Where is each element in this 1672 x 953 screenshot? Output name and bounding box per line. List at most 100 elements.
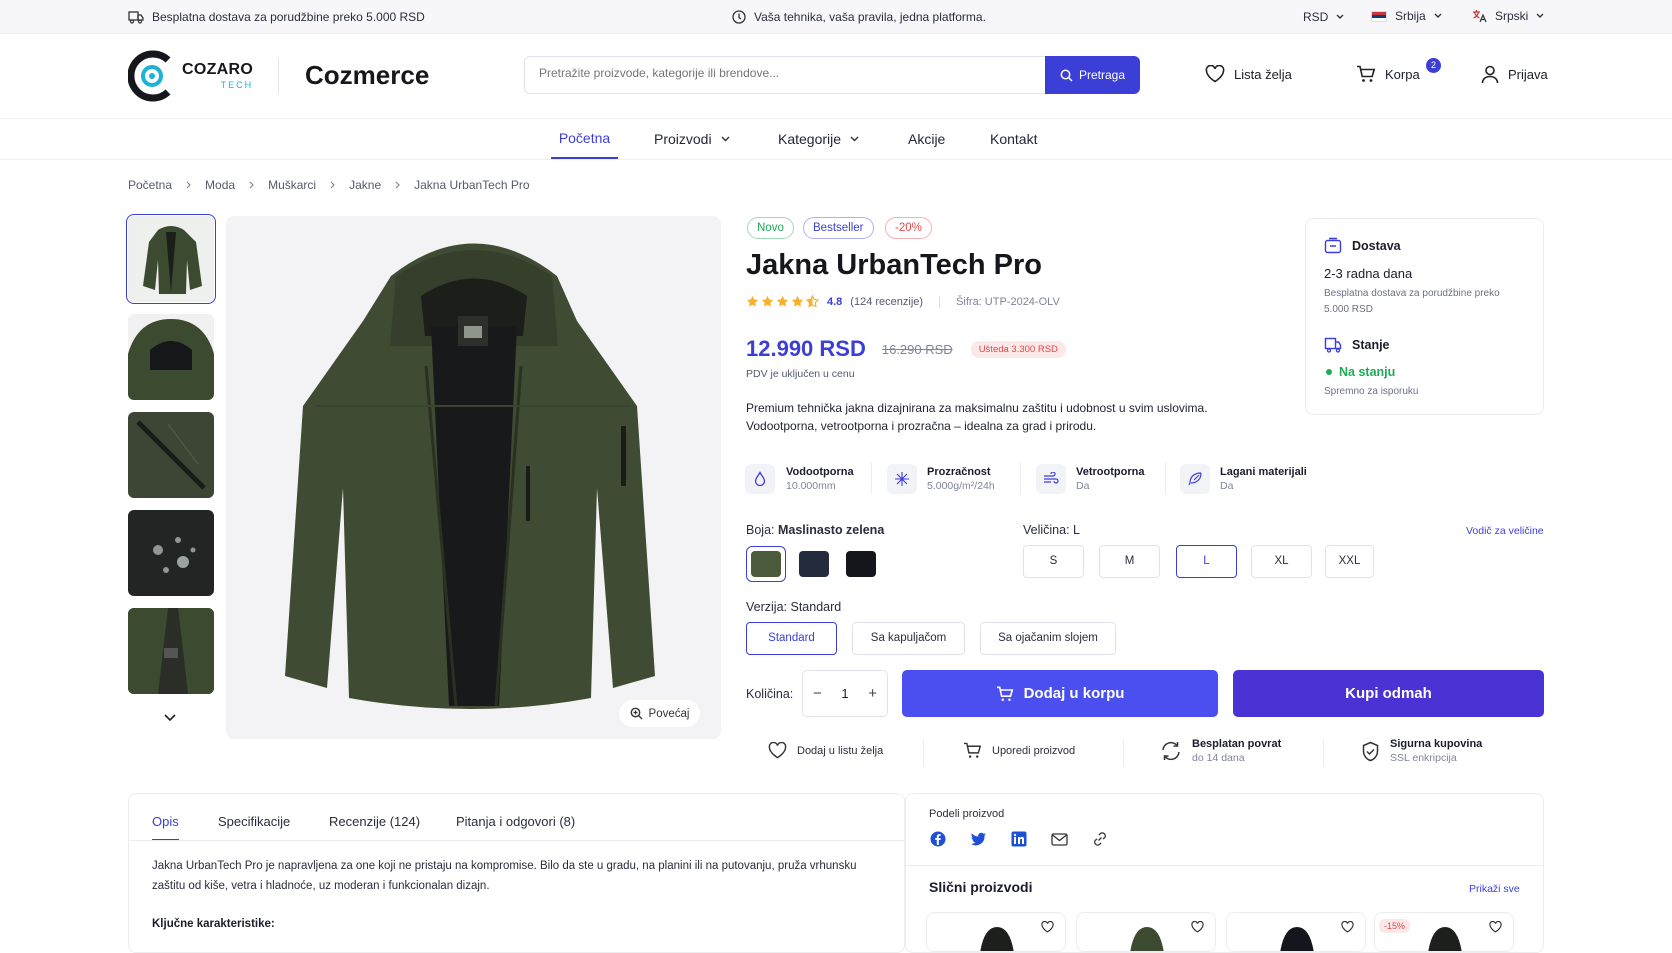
heart-icon[interactable] (1191, 921, 1204, 933)
wishlist-link[interactable]: Lista želja (1205, 65, 1292, 83)
add-to-wishlist-label: Dodaj u listu želja (797, 744, 884, 757)
refresh-icon (1162, 741, 1180, 761)
color-swatch-black[interactable] (841, 546, 881, 582)
vat-note: PDV je uključen u cenu (746, 368, 855, 380)
quantity-value[interactable]: 1 (841, 686, 848, 701)
size-option-xl[interactable]: XL (1251, 545, 1312, 578)
tab-description[interactable]: Opis (152, 814, 179, 841)
search-input[interactable] (539, 66, 1039, 80)
delivery-time: 2-3 radna dana (1324, 266, 1413, 281)
size-value: L (1073, 523, 1080, 537)
tab-reviews[interactable]: Recenzije (124) (329, 814, 420, 829)
language-label: Srpski (1495, 9, 1529, 23)
nav-products[interactable]: Proizvodi (654, 131, 730, 147)
show-all-link[interactable]: Prikaži sve (1469, 883, 1520, 895)
link-icon[interactable] (1092, 831, 1108, 847)
add-to-cart-button[interactable]: Dodaj u korpu (902, 670, 1218, 717)
tab-specifications[interactable]: Specifikacije (218, 814, 290, 829)
main-nav: Početna Proizvodi Kategorije Akcije Kont… (0, 119, 1672, 160)
gallery-thumbnail[interactable] (126, 214, 216, 304)
gallery-thumbnail[interactable] (128, 412, 214, 498)
similar-product-card[interactable]: -15% (1374, 912, 1514, 952)
feature-icon-box (745, 464, 775, 494)
nav-home[interactable]: Početna (551, 119, 618, 159)
search-bar: Pretraga (524, 56, 1140, 94)
divider (939, 295, 941, 308)
heart-icon[interactable] (1341, 921, 1354, 933)
free-returns-info: Besplatan povrat do 14 dana (1160, 738, 1281, 764)
similar-product-card[interactable] (1226, 912, 1366, 952)
delivery-header: Dostava (1324, 237, 1401, 254)
tab-questions[interactable]: Pitanja i odgovori (8) (456, 814, 575, 829)
cart-count-badge: 2 (1426, 58, 1441, 73)
heart-icon[interactable] (1489, 921, 1502, 933)
add-to-wishlist-action[interactable]: Dodaj u listu želja (768, 742, 883, 759)
zoom-button[interactable]: Povećaj (619, 700, 700, 727)
similar-product-card[interactable] (926, 912, 1066, 952)
breadcrumb-item-fashion[interactable]: Moda (205, 178, 235, 192)
nav-categories[interactable]: Kategorije (778, 131, 859, 147)
divider (1123, 740, 1124, 766)
size-label-row: Veličina: L (1023, 523, 1080, 537)
zoom-icon (630, 707, 642, 720)
size-option-xxl[interactable]: XXL (1325, 545, 1374, 578)
linkedin-icon[interactable] (1011, 831, 1027, 847)
chevron-right-icon (249, 181, 254, 189)
breadcrumb-item-men[interactable]: Muškarci (268, 178, 316, 192)
stock-title: Stanje (1352, 338, 1390, 352)
review-count[interactable]: (124 recenzije) (850, 296, 923, 308)
nav-contact[interactable]: Kontakt (990, 131, 1037, 147)
search-button[interactable]: Pretraga (1045, 56, 1140, 94)
feature-title: Prozračnost (927, 466, 991, 478)
version-option-hood[interactable]: Sa kapuljačom (852, 622, 965, 655)
version-option-standard[interactable]: Standard (746, 622, 837, 655)
divider (1020, 462, 1021, 494)
quantity-decrease-button[interactable]: − (813, 685, 822, 702)
gallery-thumbnail[interactable] (128, 608, 214, 694)
language-selector[interactable]: Srpski (1472, 9, 1544, 23)
color-swatch-olive[interactable] (746, 546, 786, 582)
facebook-icon[interactable] (930, 831, 946, 847)
airflow-icon (895, 472, 909, 486)
chevron-right-icon (395, 181, 400, 189)
version-option-reinforced[interactable]: Sa ojačanim slojem (980, 622, 1116, 655)
color-label: Boja: (746, 523, 775, 537)
in-stock-dot (1326, 369, 1332, 375)
size-option-s[interactable]: S (1023, 545, 1084, 578)
main-product-image[interactable]: Povećaj (226, 216, 721, 739)
size-option-m[interactable]: M (1099, 545, 1160, 578)
heart-icon[interactable] (1041, 921, 1054, 933)
tab-description-text-1: Jakna UrbanTech Pro je napravljena za on… (152, 860, 857, 872)
thumbnails-scroll-down[interactable] (164, 714, 176, 722)
country-selector[interactable]: Srbija (1371, 9, 1442, 23)
gallery-thumbnail[interactable] (128, 510, 214, 596)
twitter-icon[interactable] (970, 832, 987, 846)
free-shipping-notice: Besplatna dostava za porudžbine preko 5.… (128, 10, 425, 24)
logo[interactable]: COZARO TECH (128, 48, 253, 104)
secure-purchase-info: Sigurna kupovina SSL enkripcija (1361, 738, 1482, 764)
size-label: Veličina: (1023, 523, 1070, 537)
chevron-right-icon (330, 181, 335, 189)
chevron-down-icon (1336, 14, 1344, 19)
mail-icon[interactable] (1051, 832, 1068, 846)
buy-now-button[interactable]: Kupi odmah (1233, 670, 1544, 717)
color-swatch-navy[interactable] (794, 546, 834, 582)
compare-action[interactable]: Uporedi proizvod (963, 742, 1075, 759)
search-icon (1060, 69, 1073, 82)
size-guide-link[interactable]: Vodič za veličine (1466, 525, 1544, 537)
currency-selector[interactable]: RSD (1303, 10, 1344, 24)
brand-name[interactable]: Cozmerce (305, 60, 429, 91)
nav-sales[interactable]: Akcije (908, 131, 945, 147)
delivery-note: Besplatna dostava za porudžbine preko 5.… (1324, 288, 1500, 315)
similar-product-card[interactable] (1076, 912, 1216, 952)
login-link[interactable]: Prijava (1481, 65, 1548, 84)
color-label-row: Boja: Maslinasto zelena (746, 523, 884, 537)
breadcrumb-item-jackets[interactable]: Jakne (349, 178, 381, 192)
divider (923, 740, 924, 766)
shield-icon (732, 10, 746, 24)
quantity-increase-button[interactable]: + (868, 685, 877, 702)
cart-link[interactable]: Korpa 2 (1356, 58, 1441, 83)
breadcrumb-item-home[interactable]: Početna (128, 178, 172, 192)
size-option-l[interactable]: L (1176, 545, 1237, 578)
gallery-thumbnail[interactable] (128, 314, 214, 400)
